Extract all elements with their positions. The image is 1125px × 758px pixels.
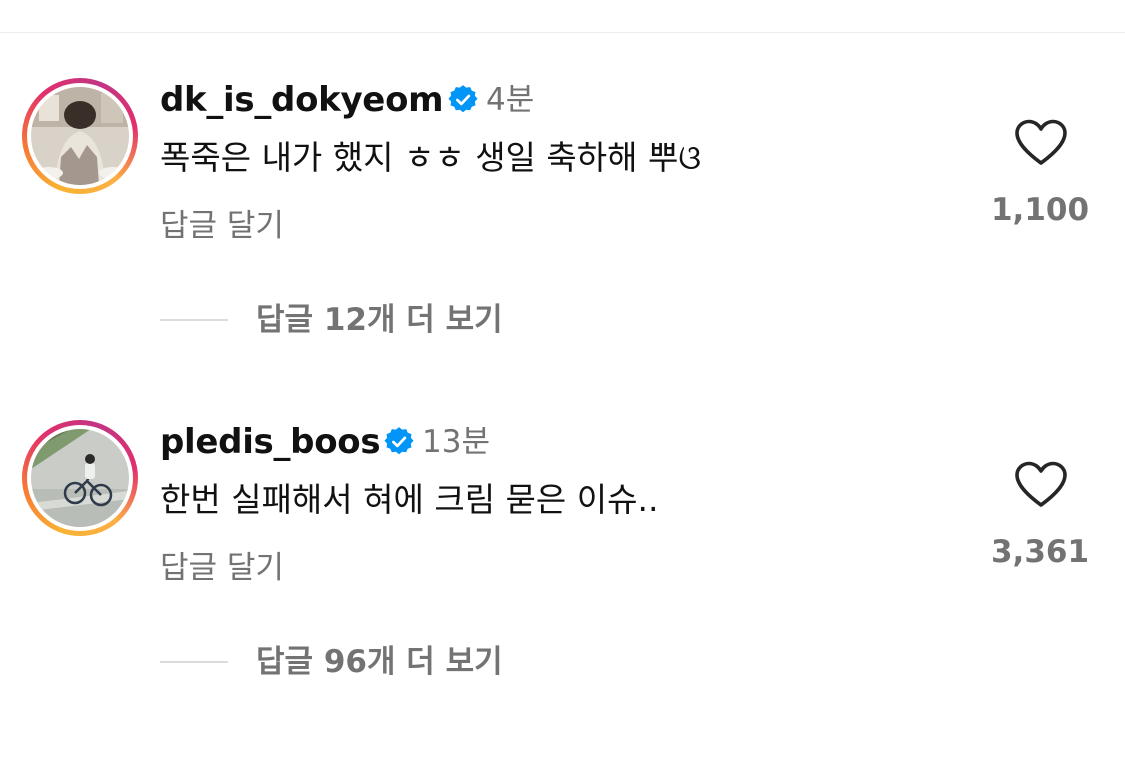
- story-ring[interactable]: [22, 78, 138, 194]
- story-ring[interactable]: [22, 420, 138, 536]
- view-replies-button[interactable]: 답글 12개 더 보기: [160, 298, 503, 342]
- view-replies-button[interactable]: 답글 96개 더 보기: [160, 640, 503, 684]
- replies-divider-line: [160, 319, 228, 321]
- replies-divider-line: [160, 661, 228, 663]
- comment-item: pledis_boos 13분 한번 실패해서 혀에 크림 묻은 이슈.. 답글…: [0, 418, 1125, 758]
- view-replies-label: 답글 12개 더 보기: [256, 302, 503, 338]
- comment-username[interactable]: dk_is_dokyeom: [160, 78, 444, 122]
- profile-photo-icon: [31, 87, 129, 185]
- view-replies-label: 답글 96개 더 보기: [256, 644, 503, 680]
- reply-button[interactable]: 답글 달기: [160, 204, 284, 248]
- comment-text: 한번 실패해서 혀에 크림 묻은 이슈..: [160, 480, 659, 519]
- comment-time: 4분: [486, 82, 535, 118]
- comment-username[interactable]: pledis_boos: [160, 420, 381, 464]
- profile-photo-icon: [31, 429, 129, 527]
- verified-badge-icon: [384, 427, 414, 455]
- like-count: 1,100: [990, 192, 1090, 228]
- heart-icon[interactable]: [1014, 118, 1068, 168]
- avatar[interactable]: [31, 429, 129, 527]
- comment-text: 폭죽은 내가 했지 ㅎㅎ 생일 축하해 뿌ଓ: [160, 138, 702, 177]
- avatar[interactable]: [31, 87, 129, 185]
- verified-badge-icon: [448, 85, 478, 113]
- like-count: 3,361: [990, 534, 1090, 570]
- comment-item: dk_is_dokyeom 4분 폭죽은 내가 했지 ㅎㅎ 생일 축하해 뿌ଓ …: [0, 76, 1125, 416]
- top-divider: [0, 32, 1125, 33]
- comment-time: 13분: [422, 424, 490, 460]
- reply-button[interactable]: 답글 달기: [160, 546, 284, 590]
- heart-icon[interactable]: [1014, 460, 1068, 510]
